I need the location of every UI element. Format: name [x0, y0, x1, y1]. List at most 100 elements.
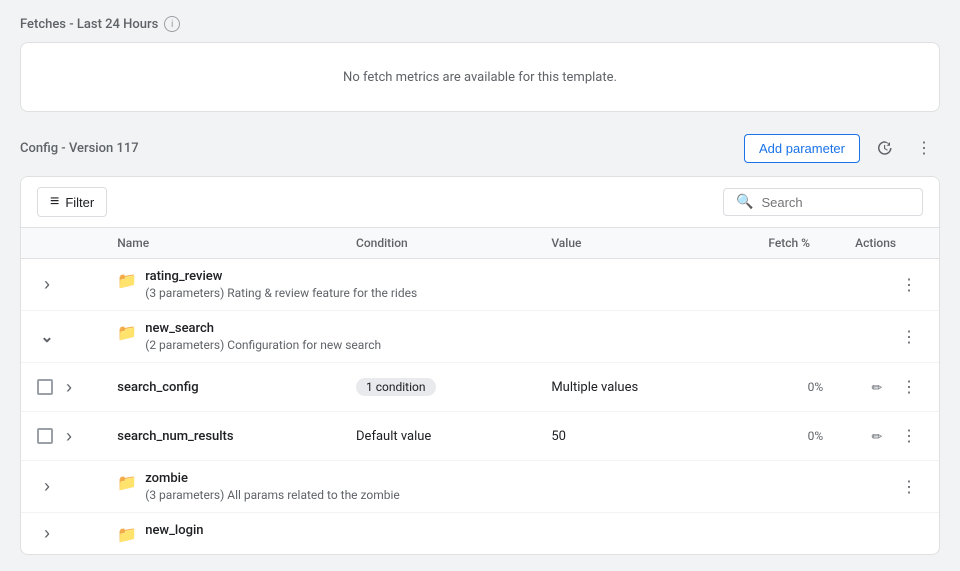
- row-more-button[interactable]: [895, 373, 923, 401]
- data-table: Name Condition Value Fetch % Actions 📁: [21, 228, 939, 554]
- filter-bar: Filter 🔍: [21, 177, 939, 228]
- actions-cell: [839, 363, 939, 412]
- history-button[interactable]: [868, 132, 900, 164]
- fetches-empty-box: No fetch metrics are available for this …: [20, 42, 940, 112]
- config-actions: Add parameter: [744, 132, 940, 164]
- condition-badge: 1 condition: [356, 378, 435, 396]
- folder-icon: 📁: [117, 323, 137, 342]
- folder-icon: 📁: [117, 525, 137, 544]
- col-header-fetch: Fetch %: [752, 228, 839, 259]
- name-cell: 📁 new_search (2 parameters) Configuratio…: [101, 311, 752, 363]
- col-header-expand: [21, 228, 101, 259]
- col-header-actions: Actions: [839, 228, 939, 259]
- table-row: 📁 new_login: [21, 513, 939, 555]
- row-name: rating_review: [145, 269, 417, 284]
- row-more-button[interactable]: [895, 473, 923, 501]
- search-icon: 🔍: [736, 194, 753, 210]
- name-cell: 📁 zombie (3 parameters) All params relat…: [101, 461, 752, 513]
- chevron-right-icon: [44, 476, 50, 497]
- expand-button[interactable]: [37, 477, 57, 497]
- expand-button[interactable]: [37, 524, 57, 544]
- name-cell: search_num_results: [101, 412, 340, 461]
- row-name: zombie: [145, 471, 400, 486]
- filter-icon: [50, 193, 59, 211]
- row-description: (2 parameters) Configuration for new sea…: [145, 338, 381, 352]
- page: Fetches - Last 24 Hours i No fetch metri…: [0, 0, 960, 571]
- dots-icon: [901, 327, 917, 347]
- filter-button[interactable]: Filter: [37, 187, 107, 217]
- expand-button[interactable]: [59, 426, 79, 446]
- dots-icon: [901, 275, 917, 295]
- dots-icon: [901, 377, 917, 397]
- row-checkbox[interactable]: [37, 379, 53, 395]
- add-parameter-button[interactable]: Add parameter: [744, 134, 860, 163]
- dots-icon: [901, 477, 917, 497]
- col-header-name: Name: [101, 228, 340, 259]
- table-row: 📁 zombie (3 parameters) All params relat…: [21, 461, 939, 513]
- expand-cell: [21, 461, 101, 513]
- fetches-empty-message: No fetch metrics are available for this …: [343, 70, 617, 85]
- expand-button[interactable]: [37, 275, 57, 295]
- fetch-percent: 0%: [808, 429, 824, 443]
- fetches-title: Fetches - Last 24 Hours: [20, 17, 158, 32]
- pencil-icon: [872, 379, 883, 396]
- row-more-button[interactable]: [895, 271, 923, 299]
- expand-cell: [21, 412, 101, 461]
- value-cell: Multiple values: [535, 363, 752, 412]
- row-more-button[interactable]: [895, 422, 923, 450]
- fetch-percent: 0%: [808, 380, 824, 394]
- actions-cell: [839, 412, 939, 461]
- value-text: 50: [551, 429, 566, 444]
- dots-icon: [901, 426, 917, 446]
- search-input[interactable]: [761, 195, 910, 210]
- expand-cell: [21, 513, 101, 555]
- fetch-cell: [752, 513, 839, 555]
- name-cell: search_config: [101, 363, 340, 412]
- expand-cell: [21, 311, 101, 363]
- actions-cell: [839, 461, 939, 513]
- value-text: Multiple values: [551, 380, 638, 395]
- fetch-cell: [752, 311, 839, 363]
- fetch-cell: 0%: [752, 363, 839, 412]
- row-description: (3 parameters) All params related to the…: [145, 488, 400, 502]
- fetches-info-icon[interactable]: i: [164, 16, 180, 32]
- edit-button[interactable]: [863, 422, 891, 450]
- folder-icon: 📁: [117, 473, 137, 492]
- chevron-down-icon: [40, 327, 53, 347]
- more-options-button[interactable]: [908, 132, 940, 164]
- col-header-condition: Condition: [340, 228, 535, 259]
- expand-cell: [21, 259, 101, 311]
- row-name: new_login: [145, 523, 203, 538]
- chevron-right-icon: [44, 523, 50, 544]
- actions-cell: [839, 513, 939, 555]
- pencil-icon: [872, 428, 883, 445]
- condition-cell: 1 condition: [340, 363, 535, 412]
- config-bar: Config - Version 117 Add parameter: [20, 132, 940, 164]
- row-name: search_num_results: [117, 429, 324, 444]
- expand-cell: [21, 363, 101, 412]
- row-name: search_config: [117, 380, 324, 395]
- fetch-cell: [752, 259, 839, 311]
- expand-button[interactable]: [59, 377, 79, 397]
- table-row: search_config 1 condition Multiple value…: [21, 363, 939, 412]
- table-row: 📁 rating_review (3 parameters) Rating & …: [21, 259, 939, 311]
- row-checkbox[interactable]: [37, 428, 53, 444]
- table-row: 📁 new_search (2 parameters) Configuratio…: [21, 311, 939, 363]
- dots-icon: [916, 138, 932, 158]
- chevron-right-icon: [66, 377, 72, 398]
- table-header-row: Name Condition Value Fetch % Actions: [21, 228, 939, 259]
- chevron-right-icon: [44, 274, 50, 295]
- actions-cell: [839, 259, 939, 311]
- condition-cell: Default value: [340, 412, 535, 461]
- edit-button[interactable]: [863, 373, 891, 401]
- col-header-value: Value: [535, 228, 752, 259]
- config-title: Config - Version 117: [20, 141, 139, 156]
- row-more-button[interactable]: [895, 323, 923, 351]
- row-description: (3 parameters) Rating & review feature f…: [145, 286, 417, 300]
- actions-cell: [839, 311, 939, 363]
- fetch-cell: [752, 461, 839, 513]
- expand-button[interactable]: [37, 327, 57, 347]
- row-name: new_search: [145, 321, 381, 336]
- name-cell: 📁 new_login: [101, 513, 752, 555]
- name-cell: 📁 rating_review (3 parameters) Rating & …: [101, 259, 752, 311]
